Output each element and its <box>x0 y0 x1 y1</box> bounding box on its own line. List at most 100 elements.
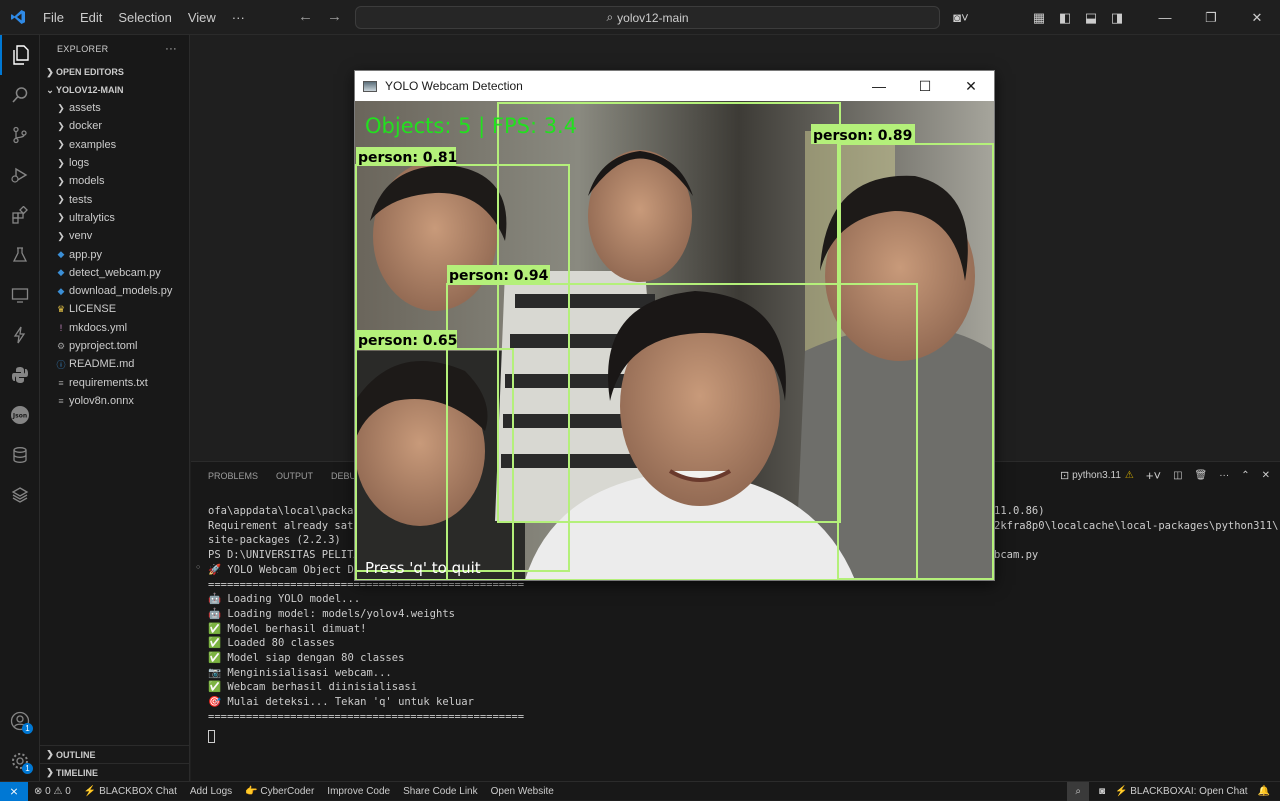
tree-item-label: pyproject.toml <box>69 340 137 352</box>
folder-item[interactable]: ❯docker <box>40 117 189 135</box>
objects-fps-overlay: Objects: 5 | FPS: 3.4 <box>365 114 577 139</box>
file-item[interactable]: ⓘREADME.md <box>40 355 189 373</box>
python-icon[interactable] <box>0 355 40 395</box>
copilot-status-icon[interactable]: ◙ <box>1099 786 1105 797</box>
minimize-icon[interactable]: — <box>856 71 902 101</box>
notifications-bell-icon[interactable]: 🔔 <box>1258 786 1270 797</box>
remote-explorer-icon[interactable] <box>0 275 40 315</box>
chevron-right-icon: ❯ <box>44 767 56 778</box>
explorer-icon[interactable] <box>0 35 40 75</box>
folder-item[interactable]: ❯ultralytics <box>40 209 189 227</box>
kill-terminal-icon[interactable]: 🗑 <box>1195 470 1208 481</box>
detection-label: person: 0.89 <box>813 128 912 144</box>
folder-item[interactable]: ❯logs <box>40 154 189 172</box>
search-icon[interactable] <box>0 75 40 115</box>
folder-item[interactable]: ❯assets <box>40 99 189 117</box>
file-item[interactable]: ◆detect_webcam.py <box>40 264 189 282</box>
file-item[interactable]: ≡requirements.txt <box>40 373 189 391</box>
zoom-icon[interactable]: ⌕ <box>1067 782 1089 801</box>
source-control-icon[interactable] <box>0 115 40 155</box>
open-website-button[interactable]: Open Website <box>491 786 554 797</box>
chevron-right-icon: ❯ <box>44 67 56 78</box>
close-icon[interactable]: ✕ <box>948 71 994 101</box>
split-terminal-icon[interactable]: ◫ <box>1173 470 1182 481</box>
file-item[interactable]: ≡yolov8n.onnx <box>40 392 189 410</box>
maximize-icon[interactable]: ☐ <box>902 71 948 101</box>
blackboxai-open-chat-button[interactable]: ⚡ BLACKBOXAI: Open Chat <box>1115 786 1248 797</box>
toggle-sidebar-icon[interactable]: ◧ <box>1052 10 1078 26</box>
blackbox-chat-button[interactable]: ⚡ BLACKBOX Chat <box>84 786 177 797</box>
database-icon[interactable] <box>0 435 40 475</box>
terminal-line: ✅ Webcam berhasil diinisialisasi <box>208 680 1270 695</box>
tree-item-label: venv <box>69 230 92 242</box>
more-actions-icon[interactable]: ··· <box>165 43 177 55</box>
open-editors-section[interactable]: ❯ OPEN EDITORS <box>40 63 189 81</box>
menu-edit[interactable]: Edit <box>72 0 110 35</box>
folder-item[interactable]: ❯models <box>40 172 189 190</box>
improve-code-button[interactable]: Improve Code <box>327 786 390 797</box>
file-item[interactable]: ◆app.py <box>40 245 189 263</box>
close-panel-icon[interactable]: ✕ <box>1262 470 1270 481</box>
testing-flask-icon[interactable] <box>0 235 40 275</box>
restore-icon[interactable]: ❐ <box>1188 10 1234 26</box>
accounts-icon[interactable]: 1 <box>0 701 40 741</box>
remote-indicator-icon[interactable]: ⨯ <box>0 782 28 801</box>
tree-item-label: requirements.txt <box>69 377 148 389</box>
toggle-secondary-sidebar-icon[interactable]: ◨ <box>1104 10 1130 26</box>
toggle-panel-icon[interactable]: ⬓ <box>1078 10 1104 26</box>
folder-item[interactable]: ❯venv <box>40 227 189 245</box>
cv-window-titlebar[interactable]: YOLO Webcam Detection — ☐ ✕ <box>355 71 994 101</box>
back-arrow-icon[interactable]: ← <box>298 8 327 25</box>
share-code-link-button[interactable]: Share Code Link <box>403 786 478 797</box>
terminal-line: ✅ Model berhasil dimuat! <box>208 622 1270 637</box>
maximize-panel-icon[interactable]: ⌃ <box>1241 470 1249 481</box>
new-terminal-icon[interactable]: +˅ <box>1146 468 1161 483</box>
vscode-logo-icon[interactable] <box>0 0 35 35</box>
manage-gear-icon[interactable]: 1 <box>0 741 40 781</box>
tab-problems[interactable]: PROBLEMS <box>208 471 258 481</box>
file-item[interactable]: ♛LICENSE <box>40 300 189 318</box>
customize-layout-icon[interactable]: ▦ <box>1026 10 1052 26</box>
cybercoder-button[interactable]: 👉 CyberCoder <box>245 786 314 797</box>
forward-arrow-icon[interactable]: → <box>327 8 356 25</box>
cv-window[interactable]: YOLO Webcam Detection — ☐ ✕ <box>354 70 995 581</box>
menu-view[interactable]: View <box>180 0 224 35</box>
run-debug-icon[interactable] <box>0 155 40 195</box>
file-item[interactable]: ◆download_models.py <box>40 282 189 300</box>
folder-item[interactable]: ❯examples <box>40 136 189 154</box>
menu-selection[interactable]: Selection <box>110 0 179 35</box>
json-icon[interactable]: Json <box>0 395 40 435</box>
python-file-icon: ◆ <box>54 249 68 260</box>
explorer-title: EXPLORER <box>57 44 108 54</box>
chevron-right-icon: ❯ <box>54 139 68 150</box>
add-logs-button[interactable]: Add Logs <box>190 786 232 797</box>
more-actions-icon[interactable]: ··· <box>1219 470 1229 481</box>
terminal-name[interactable]: python3.11 <box>1072 470 1121 481</box>
lightning-icon[interactable] <box>0 315 40 355</box>
hand-icon: 👉 <box>245 786 257 797</box>
python-file-icon: ◆ <box>54 267 68 278</box>
tree-item-label: download_models.py <box>69 285 172 297</box>
chevron-right-icon: ❯ <box>54 231 68 242</box>
problems-status[interactable]: ⊗ 0 ⚠ 0 <box>34 786 71 797</box>
tab-output[interactable]: OUTPUT <box>276 471 313 481</box>
command-center-search[interactable]: ⌕ yolov12-main <box>355 6 940 29</box>
layers-icon[interactable] <box>0 475 40 515</box>
terminal-line <box>994 533 1278 548</box>
extensions-icon[interactable] <box>0 195 40 235</box>
timeline-section[interactable]: ❯ TIMELINE <box>40 763 190 781</box>
folder-item[interactable]: ❯tests <box>40 190 189 208</box>
file-item[interactable]: !mkdocs.yml <box>40 319 189 337</box>
project-folder-section[interactable]: ⌄ YOLOV12-MAIN <box>40 81 189 99</box>
copilot-icon[interactable]: ◙˅ <box>948 10 974 25</box>
chevron-right-icon: ❯ <box>54 158 68 169</box>
outline-label: OUTLINE <box>56 750 96 760</box>
close-icon[interactable]: ✕ <box>1234 10 1280 26</box>
cv-window-title: YOLO Webcam Detection <box>385 79 523 93</box>
menu-file[interactable]: File <box>35 0 72 35</box>
minimize-icon[interactable]: — <box>1142 10 1188 25</box>
menu-more[interactable]: ··· <box>224 0 253 35</box>
file-item[interactable]: ⚙pyproject.toml <box>40 337 189 355</box>
outline-section[interactable]: ❯ OUTLINE <box>40 745 190 763</box>
warning-icon: ⚠ <box>1125 470 1134 481</box>
